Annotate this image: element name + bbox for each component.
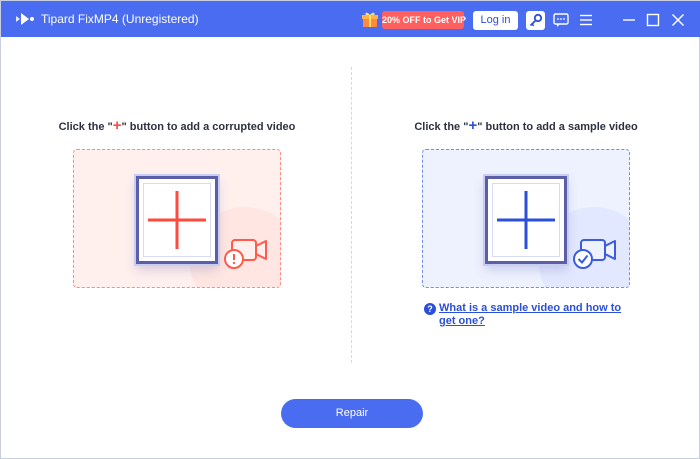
vip-promo-button[interactable]: 20% OFF to Get VIP [382, 11, 466, 29]
plus-icon [497, 191, 555, 249]
instruction-suffix: " button to add a corrupted video [121, 121, 296, 133]
register-key-button[interactable] [526, 11, 545, 30]
plus-icon [148, 191, 206, 249]
add-sample-video-dropzone[interactable] [422, 149, 630, 288]
feedback-icon[interactable] [552, 11, 570, 29]
app-title: Tipard FixMP4 (Unregistered) [41, 12, 199, 26]
panel-divider [351, 67, 352, 363]
question-icon: ? [424, 303, 436, 315]
maximize-icon[interactable] [644, 11, 662, 29]
add-corrupted-video-button[interactable] [136, 176, 218, 264]
repair-button[interactable]: Repair [281, 399, 423, 428]
close-icon[interactable] [669, 11, 687, 29]
gift-icon[interactable] [361, 10, 379, 28]
sample-video-instruction: Click the "+" button to add a sample vid… [376, 117, 676, 134]
add-corrupted-video-dropzone[interactable] [73, 149, 281, 288]
menu-icon[interactable] [577, 11, 595, 29]
login-button[interactable]: Log in [473, 11, 518, 30]
title-bar: Tipard FixMP4 (Unregistered) 20% OFF to … [1, 1, 700, 37]
video-warning-icon [224, 239, 267, 269]
corrupted-video-instruction: Click the "+" button to add a corrupted … [27, 117, 327, 134]
plus-glyph: + [112, 117, 122, 134]
app-logo-icon [16, 13, 34, 25]
minimize-icon[interactable] [620, 11, 638, 29]
video-check-icon [573, 239, 616, 269]
sample-video-help-link[interactable]: What is a sample video and how to get on… [439, 302, 639, 328]
app-window: Tipard FixMP4 (Unregistered) 20% OFF to … [0, 0, 700, 459]
key-icon [529, 13, 543, 27]
instruction-prefix: Click the " [414, 121, 469, 133]
instruction-prefix: Click the " [58, 121, 113, 133]
instruction-suffix: " button to add a sample video [477, 121, 638, 133]
plus-glyph: + [468, 117, 478, 134]
add-sample-video-button[interactable] [485, 176, 567, 264]
